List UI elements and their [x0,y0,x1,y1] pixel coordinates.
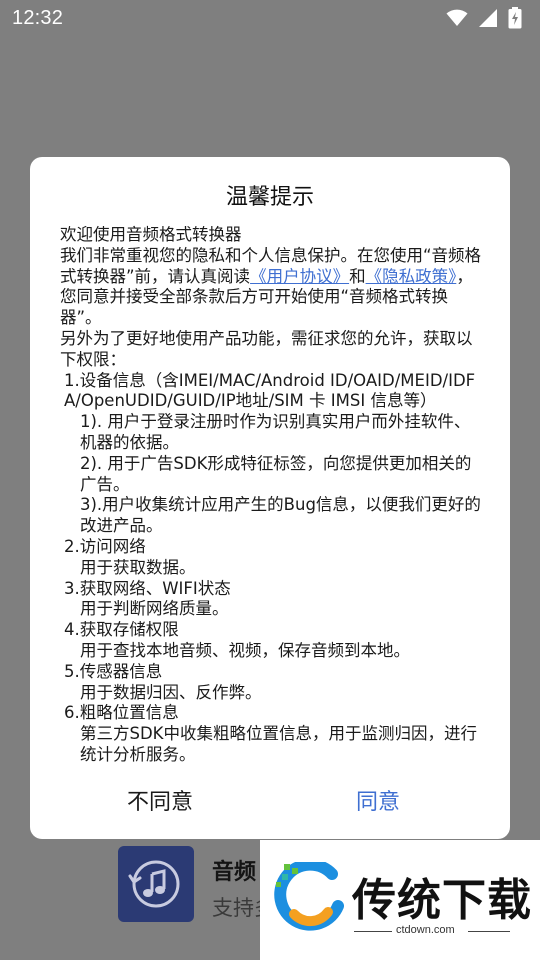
watermark-url: ctdown.com [396,924,455,936]
wifi-icon [446,9,468,27]
permission-device-info: 1.设备信息（含IMEI/MAC/Android ID/OAID/MEID/ID… [64,370,476,411]
app-title: 音频 [212,860,257,885]
disagree-button[interactable]: 不同意 [90,783,230,823]
welcome-text: 欢迎使用音频格式转换器 [60,225,242,244]
user-agreement-link[interactable]: 《用户协议》 [250,267,349,286]
divider [468,931,510,932]
permission-detail: 用于数据归因、反作弊。 [80,682,262,702]
permission-detail: 用于获取数据。 [80,557,196,577]
permission-storage: 4.获取存储权限 [64,620,179,640]
privacy-policy-link[interactable]: 《隐私政策》 [366,267,457,286]
conjunction-text: 和 [349,266,366,286]
permission-network-state: 3.获取网络、WIFI状态 [64,578,231,598]
agree-button[interactable]: 同意 [308,783,448,823]
dialog-actions: 不同意 同意 [30,783,510,823]
watermark-brand: 传统下载 [352,875,532,926]
permission-detail: 第三方SDK中收集粗略位置信息，用于监测归因，进行统计分析服务。 [80,724,477,763]
watermark-banner: 传统下载 ctdown.com [260,840,540,960]
app-icon [118,846,194,922]
music-convert-icon [128,860,180,908]
dialog-body-scroll[interactable]: 欢迎使用音频格式转换器 我们非常重视您的隐私和个人信息保护。在您使用“音频格式转… [60,225,486,763]
permission-sensor: 5.传感器信息 [64,661,163,681]
battery-charging-icon [508,7,522,29]
permissions-intro: 另外为了更好地使用产品功能，需征求您的允许，获取以下权限： [60,328,473,369]
permission-network: 2.访问网络 [64,536,146,556]
privacy-dialog: 温馨提示 欢迎使用音频格式转换器 我们非常重视您的隐私和个人信息保护。在您使用“… [30,157,510,839]
privacy-intro-paragraph: 我们非常重视您的隐私和个人信息保护。在您使用“音频格式转换器”前，请认真阅读《用… [60,246,486,329]
status-time: 12:32 [12,6,64,29]
permission-location: 6.粗略位置信息 [64,703,179,723]
watermark-logo-icon [274,862,344,931]
permission-detail: 2). 用于广告SDK形成特征标签，向您提供更加相关的广告。 [80,453,472,494]
status-bar: 12:32 [0,0,540,36]
permission-detail: 用于查找本地音频、视频，保存音频到本地。 [80,640,410,660]
dialog-title: 温馨提示 [225,185,314,210]
permission-detail: 3).用户收集统计应用产生的Bug信息，以便我们更好的改进产品。 [80,495,481,536]
permission-detail: 用于判断网络质量。 [80,599,229,619]
divider [354,931,392,932]
signal-icon [478,8,498,28]
permission-detail: 1). 用户于登录注册时作为识别真实用户而外挂软件、机器的依据。 [80,412,471,452]
status-icons [446,7,522,29]
